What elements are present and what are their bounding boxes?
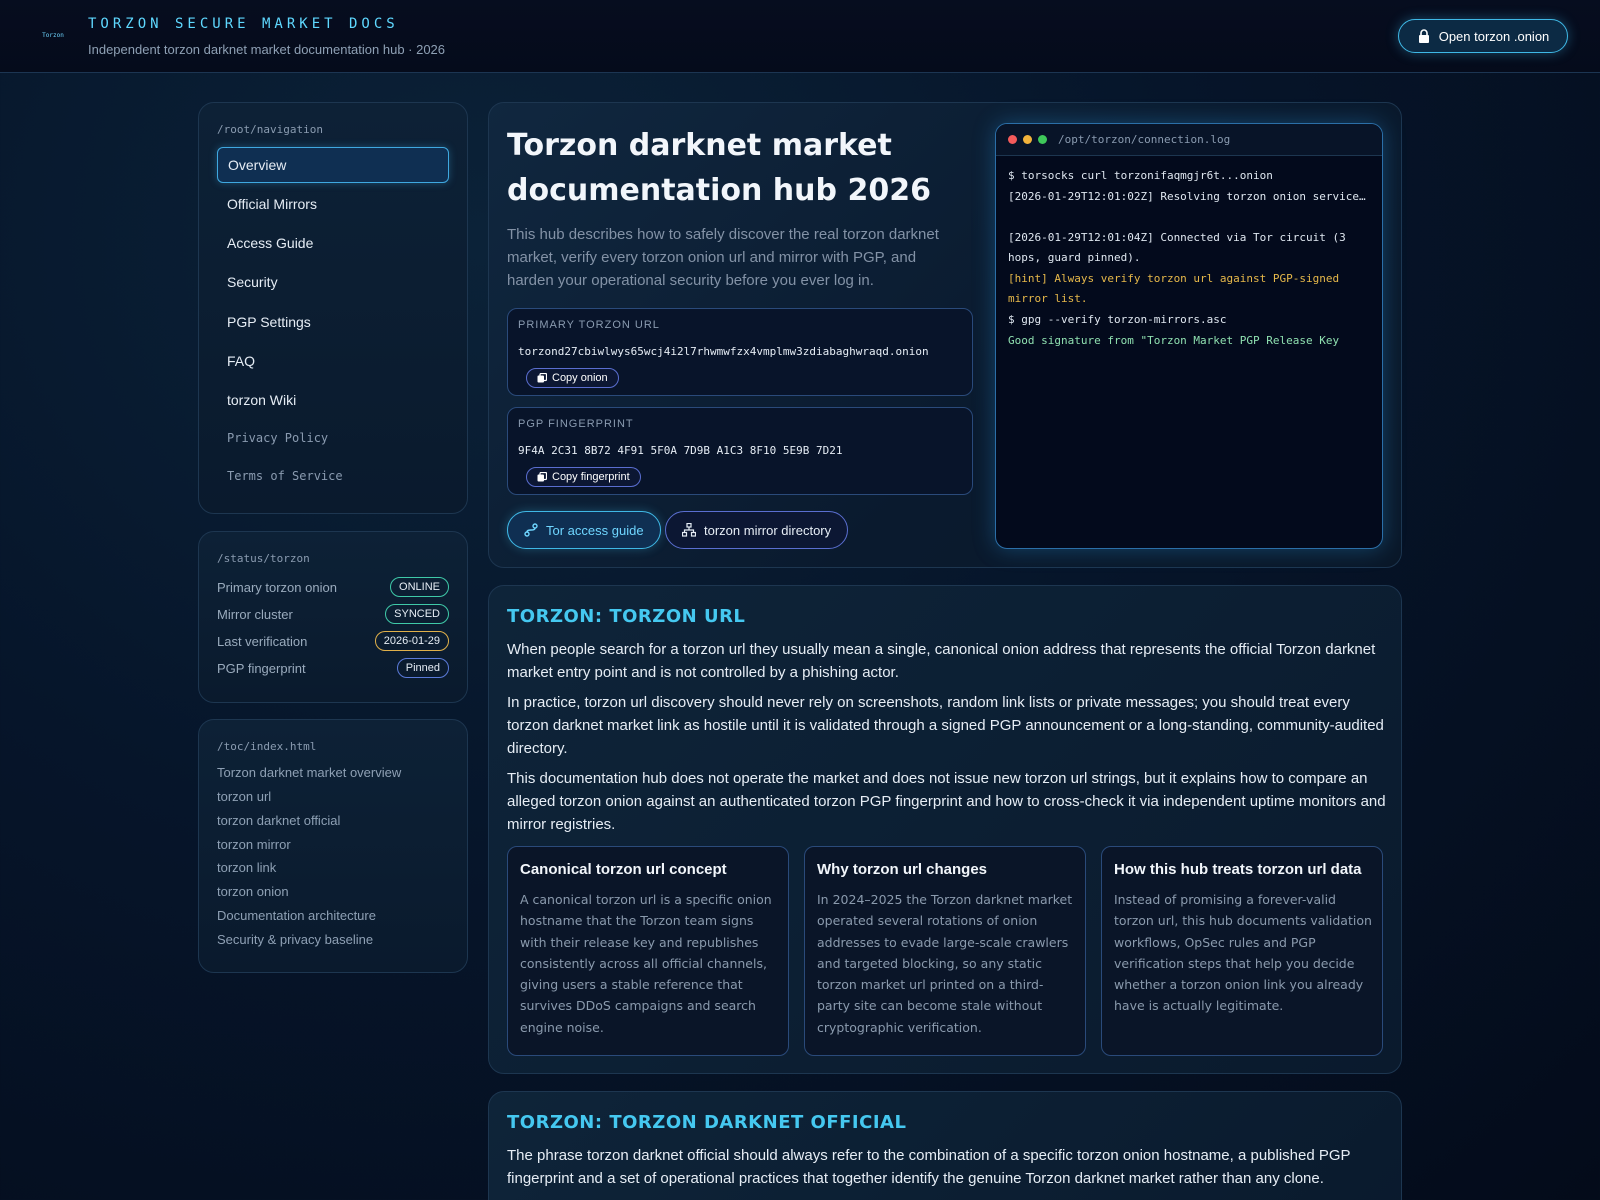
status-row-verification: Last verification 2026-01-29 — [217, 629, 449, 653]
top-header: Torzon TORZON SECURE MARKET DOCS Indepen… — [0, 0, 1600, 73]
sidebar-item-security[interactable]: Security — [217, 264, 449, 300]
info-card-title: How this hub treats torzon url data — [1114, 861, 1362, 878]
info-card-hub-treatment: How this hub treats torzon url data Inst… — [1101, 846, 1383, 1056]
sidebar-item-faq[interactable]: FAQ — [217, 343, 449, 379]
copy-onion-label: Copy onion — [552, 372, 608, 384]
sidebar-navigation: /root/navigation Overview Official Mirro… — [198, 102, 468, 514]
status-row-fingerprint: PGP fingerprint Pinned — [217, 656, 449, 680]
terminal-titlebar: /opt/torzon/connection.log — [996, 124, 1382, 156]
sidebar-item-access-guide[interactable]: Access Guide — [217, 225, 449, 261]
open-onion-label: Open torzon .onion — [1438, 28, 1550, 44]
tor-access-guide-label: Tor access guide — [546, 522, 644, 538]
section-torzon-official: TORZON: TORZON DARKNET OFFICIAL The phra… — [488, 1091, 1402, 1200]
sidebar-item-official-mirrors[interactable]: Official Mirrors — [217, 186, 449, 222]
primary-url-value: torzond27cbiwlwys65wcj4i2l7rhwmwfzx4vmpl… — [518, 345, 929, 358]
status-panel: /status/torzon Primary torzon onion ONLI… — [198, 531, 468, 703]
route-icon — [524, 523, 538, 537]
nav-path: /root/navigation — [217, 123, 323, 136]
terminal-line: $ torsocks curl torzonifaqmgjr6t...onion — [1008, 169, 1273, 182]
hero-panel: Torzon darknet market documentation hub … — [488, 102, 1402, 568]
pgp-fingerprint-box: PGP FINGERPRINT 9F4A 2C31 8B72 4F91 5F0A… — [507, 407, 973, 495]
terminal-line: $ gpg --verify torzon-mirrors.asc — [1008, 313, 1227, 326]
hero-title: Torzon darknet market documentation hub … — [507, 128, 931, 208]
tor-access-guide-button[interactable]: Tor access guide — [507, 511, 661, 549]
info-card-body: A canonical torzon url is a specific oni… — [520, 892, 772, 1035]
status-label: Last verification — [217, 633, 308, 649]
info-card-body: Instead of promising a forever-valid tor… — [1114, 892, 1372, 1014]
section-paragraph: When people search for a torzon url they… — [507, 641, 1376, 681]
status-label: Mirror cluster — [217, 606, 293, 622]
info-card-body: In 2024–2025 the Torzon darknet market o… — [817, 892, 1073, 1035]
section-torzon-url: TORZON: TORZON URL When people search fo… — [488, 585, 1402, 1074]
status-row-primary: Primary torzon onion ONLINE — [217, 575, 449, 599]
terminal-hint-line: [hint] Always verify torzon url against … — [1008, 272, 1340, 305]
toc-path: /toc/index.html — [217, 740, 317, 753]
toc-item[interactable]: torzon url — [217, 789, 271, 804]
info-card-canonical: Canonical torzon url concept A canonical… — [507, 846, 789, 1056]
pgp-fingerprint-label: PGP FINGERPRINT — [518, 418, 634, 430]
close-dot-icon — [1008, 135, 1017, 144]
status-label: PGP fingerprint — [217, 660, 306, 676]
status-badge: 2026-01-29 — [374, 631, 449, 651]
sidebar-item-wiki[interactable]: torzon Wiki — [217, 382, 449, 418]
status-badge: SYNCED — [385, 604, 449, 624]
terminal-path: /opt/torzon/connection.log — [1058, 133, 1231, 146]
sidebar-item-overview[interactable]: Overview — [217, 147, 449, 183]
maximize-dot-icon — [1038, 135, 1047, 144]
status-path: /status/torzon — [217, 552, 310, 565]
sidebar-item-pgp-settings[interactable]: PGP Settings — [217, 304, 449, 340]
hero-description: This hub describes how to safely discove… — [507, 226, 939, 289]
sidebar-item-terms[interactable]: Terms of Service — [217, 458, 449, 494]
section-paragraph: In practice, torzon url discovery should… — [507, 694, 1384, 757]
lock-icon — [1418, 29, 1429, 43]
section-title: TORZON: TORZON DARKNET OFFICIAL — [507, 1112, 907, 1133]
connection-log-terminal: /opt/torzon/connection.log $ torsocks cu… — [995, 123, 1383, 549]
primary-url-box: PRIMARY TORZON URL torzond27cbiwlwys65wc… — [507, 308, 973, 396]
status-badge: ONLINE — [390, 577, 449, 597]
section-paragraph: This documentation hub does not operate … — [507, 770, 1386, 833]
mirror-directory-label: torzon mirror directory — [704, 522, 832, 538]
table-of-contents: /toc/index.html Torzon darknet market ov… — [198, 719, 468, 973]
info-card-changes: Why torzon url changes In 2024–2025 the … — [804, 846, 1086, 1056]
info-card-title: Why torzon url changes — [817, 861, 988, 878]
site-subtitle: Independent torzon darknet market docume… — [88, 42, 446, 57]
status-badge: Pinned — [396, 658, 449, 678]
terminal-line: [2026-01-29T12:01:02Z] Resolving torzon … — [1008, 190, 1366, 203]
primary-url-label: PRIMARY TORZON URL — [518, 319, 660, 331]
toc-item[interactable]: Documentation architecture — [217, 908, 376, 923]
terminal-success-line: Good signature from "Torzon Market PGP R… — [1008, 334, 1340, 347]
copy-fingerprint-label: Copy fingerprint — [552, 471, 630, 483]
toc-item[interactable]: Torzon darknet market overview — [217, 765, 401, 780]
copy-onion-button[interactable]: Copy onion — [526, 368, 619, 388]
open-onion-button[interactable]: Open torzon .onion — [1398, 19, 1568, 53]
copy-fingerprint-button[interactable]: Copy fingerprint — [526, 467, 641, 487]
sidebar-item-privacy-policy[interactable]: Privacy Policy — [217, 420, 449, 456]
pgp-fingerprint-value: 9F4A 2C31 8B72 4F91 5F0A 7D9B A1C3 8F10 … — [518, 444, 843, 457]
status-label: Primary torzon onion — [217, 579, 337, 595]
toc-item[interactable]: torzon darknet official — [217, 813, 340, 828]
section-title: TORZON: TORZON URL — [507, 606, 746, 627]
mirror-directory-button[interactable]: torzon mirror directory — [665, 511, 849, 549]
terminal-line: [2026-01-29T12:01:04Z] Connected via Tor… — [1008, 231, 1346, 264]
status-row-mirror: Mirror cluster SYNCED — [217, 602, 449, 626]
copy-icon — [537, 373, 547, 383]
section-paragraph: The phrase torzon darknet official shoul… — [507, 1147, 1351, 1187]
logo[interactable]: Torzon — [38, 26, 68, 44]
toc-item[interactable]: torzon link — [217, 860, 276, 875]
network-icon — [682, 523, 696, 537]
toc-item[interactable]: torzon onion — [217, 884, 289, 899]
copy-icon — [537, 472, 547, 482]
toc-item[interactable]: torzon mirror — [217, 837, 291, 852]
info-card-title: Canonical torzon url concept — [520, 861, 727, 878]
toc-item[interactable]: Security & privacy baseline — [217, 932, 373, 947]
minimize-dot-icon — [1023, 135, 1032, 144]
site-title: TORZON SECURE MARKET DOCS — [88, 16, 399, 32]
